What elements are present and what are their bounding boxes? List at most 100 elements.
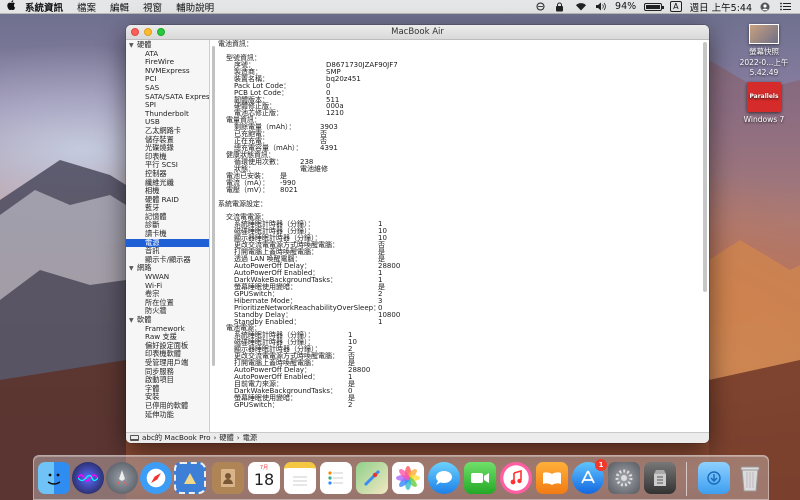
sidebar-item[interactable]: Thunderbolt	[126, 109, 209, 119]
siri-status-icon[interactable]	[535, 2, 547, 11]
sidebar-category[interactable]: ▼ 硬體	[126, 40, 209, 51]
detail-row: 電壓（mV）： 8021	[216, 185, 702, 194]
detail-key: 電壓（mV）：	[226, 185, 270, 194]
mail-stamp-icon[interactable]	[174, 462, 206, 494]
menu-app-name[interactable]: 系統資訊	[18, 0, 70, 14]
path-separator: ›	[236, 433, 240, 442]
detail-row: 型號資訊：	[216, 54, 702, 62]
downloads-folder-icon[interactable]	[698, 462, 730, 494]
battery-percent[interactable]: 94%	[615, 1, 636, 12]
detail-scrollbar[interactable]	[703, 42, 707, 292]
disclosure-triangle-icon[interactable]: ▼	[129, 265, 137, 274]
dock: 7月 18 1	[33, 455, 769, 500]
desktop-windows7-vm[interactable]: Parallels Windows 7	[736, 82, 792, 124]
safari-icon[interactable]	[140, 462, 172, 494]
battery-icon[interactable]	[644, 2, 665, 11]
detail-row: 狀態： 電池維修	[216, 164, 702, 173]
finder-icon[interactable]	[38, 462, 70, 494]
sidebar-item[interactable]: 讀卡機	[126, 229, 209, 239]
menu-help[interactable]: 輔助說明	[169, 0, 221, 14]
lock-status-icon[interactable]	[555, 2, 567, 12]
menu-edit[interactable]: 編輯	[103, 0, 136, 14]
screenshot-thumbnail	[749, 24, 779, 44]
notification-center-icon[interactable]	[780, 2, 792, 11]
detail-row: 硬體修正版： 000a	[216, 103, 702, 110]
calendar-day: 18	[253, 470, 275, 489]
parallels-vm-icon: Parallels	[747, 82, 781, 112]
path-computer[interactable]: abc的 MacBook Pro	[142, 433, 211, 443]
detail-row: 電池資訊：	[216, 41, 702, 48]
system-preferences-icon[interactable]	[608, 462, 640, 494]
sidebar-item[interactable]: WWAN	[126, 272, 209, 282]
sidebar-item[interactable]: 字體	[126, 384, 209, 394]
path-section[interactable]: 硬體	[219, 433, 233, 443]
reminders-icon[interactable]	[320, 462, 352, 494]
sidebar-item[interactable]: 延伸功能	[126, 410, 209, 420]
maps-icon[interactable]	[356, 462, 388, 494]
sidebar-item[interactable]: 平行 SCSI	[126, 161, 209, 170]
ibooks-icon[interactable]	[536, 462, 568, 494]
detail-row: 循環使用次數： 238	[216, 158, 702, 166]
sidebar-item[interactable]: 藍牙	[126, 203, 209, 213]
menu-window[interactable]: 視窗	[136, 0, 169, 14]
desktop-screenshot-file[interactable]: 螢幕快照 2022-0...上午5.42.49	[732, 24, 796, 77]
path-separator: ›	[213, 433, 217, 442]
menu-file[interactable]: 檔案	[70, 0, 103, 14]
window-title: MacBook Air	[391, 27, 444, 37]
user-account-icon[interactable]	[760, 2, 772, 12]
disclosure-triangle-icon[interactable]: ▼	[129, 42, 137, 51]
sidebar-item[interactable]: 記憶體	[126, 212, 209, 222]
sidebar-item[interactable]: 電源	[126, 238, 209, 248]
window-zoom-button[interactable]	[157, 28, 165, 36]
window-close-button[interactable]	[131, 28, 139, 36]
sidebar-scrollbar[interactable]	[211, 40, 215, 432]
detail-row: 序號： D8671730JZAF90JF7	[216, 61, 702, 69]
detail-row: Standby Enabled： 1	[216, 317, 702, 326]
itunes-music-icon[interactable]	[500, 462, 532, 494]
sidebar-item[interactable]: 硬體 RAID	[126, 195, 209, 205]
sidebar-item[interactable]: Wi-Fi	[126, 281, 209, 291]
volume-icon[interactable]	[595, 2, 607, 11]
window-minimize-button[interactable]	[144, 28, 152, 36]
messages-icon[interactable]	[428, 462, 460, 494]
sidebar-item[interactable]: 所在位置	[126, 298, 209, 308]
menu-bar: 系統資訊 檔案 編輯 視窗 輔助說明 94% A 週日 上午5:44	[0, 0, 800, 14]
system-information-icon[interactable]	[644, 462, 676, 494]
input-method-indicator[interactable]: A	[670, 1, 682, 12]
trash-icon[interactable]	[734, 462, 766, 494]
detail-row: PCB Lot Code： 0	[216, 89, 702, 97]
facetime-icon[interactable]	[464, 462, 496, 494]
path-leaf[interactable]: 電源	[243, 433, 257, 443]
sidebar-item[interactable]: 纖維光纖	[126, 178, 209, 188]
sidebar-item[interactable]: 光碟燒錄	[126, 143, 209, 153]
detail-row: 健康狀態資訊：	[216, 152, 702, 159]
sidebar-label: 顯示卡/顯示器	[145, 254, 191, 264]
apple-menu-icon[interactable]	[0, 0, 18, 13]
detail-row: 剩餘電量（mAh）： 3903	[216, 124, 702, 131]
app-store-icon[interactable]: 1	[572, 459, 607, 494]
detail-value: 電池維修	[300, 164, 328, 173]
window-titlebar[interactable]: MacBook Air	[126, 25, 709, 40]
wifi-icon[interactable]	[575, 2, 587, 11]
sidebar-item[interactable]: NVMExpress	[126, 66, 209, 76]
app-store-update-badge: 1	[595, 459, 607, 471]
sidebar-item[interactable]: 診斷	[126, 221, 209, 230]
disclosure-triangle-icon[interactable]: ▼	[129, 317, 137, 326]
calendar-icon[interactable]: 7月 18	[248, 462, 280, 494]
menubar-clock[interactable]: 週日 上午5:44	[690, 0, 752, 14]
detail-row: 已充飽電：否	[216, 131, 702, 138]
photos-icon[interactable]	[392, 462, 424, 494]
detail-row: Pack Lot Code： 0	[216, 82, 702, 90]
detail-row: 螢幕睡眠使用變暗：是	[216, 394, 702, 402]
detail-row	[216, 48, 702, 55]
contacts-icon[interactable]	[212, 462, 244, 494]
sidebar-item[interactable]: SATA/SATA Express	[126, 92, 209, 102]
detail-row: 製造商： SMP	[216, 68, 702, 76]
sidebar-item[interactable]: 啟動項目	[126, 375, 209, 385]
notes-icon[interactable]	[284, 462, 316, 494]
detail-value: 1	[378, 317, 383, 326]
launchpad-icon[interactable]	[106, 462, 138, 494]
sidebar-item[interactable]: PCI	[126, 75, 209, 84]
siri-icon[interactable]	[72, 462, 104, 494]
detail-row: 電池芯修正版： 1210	[216, 110, 702, 117]
